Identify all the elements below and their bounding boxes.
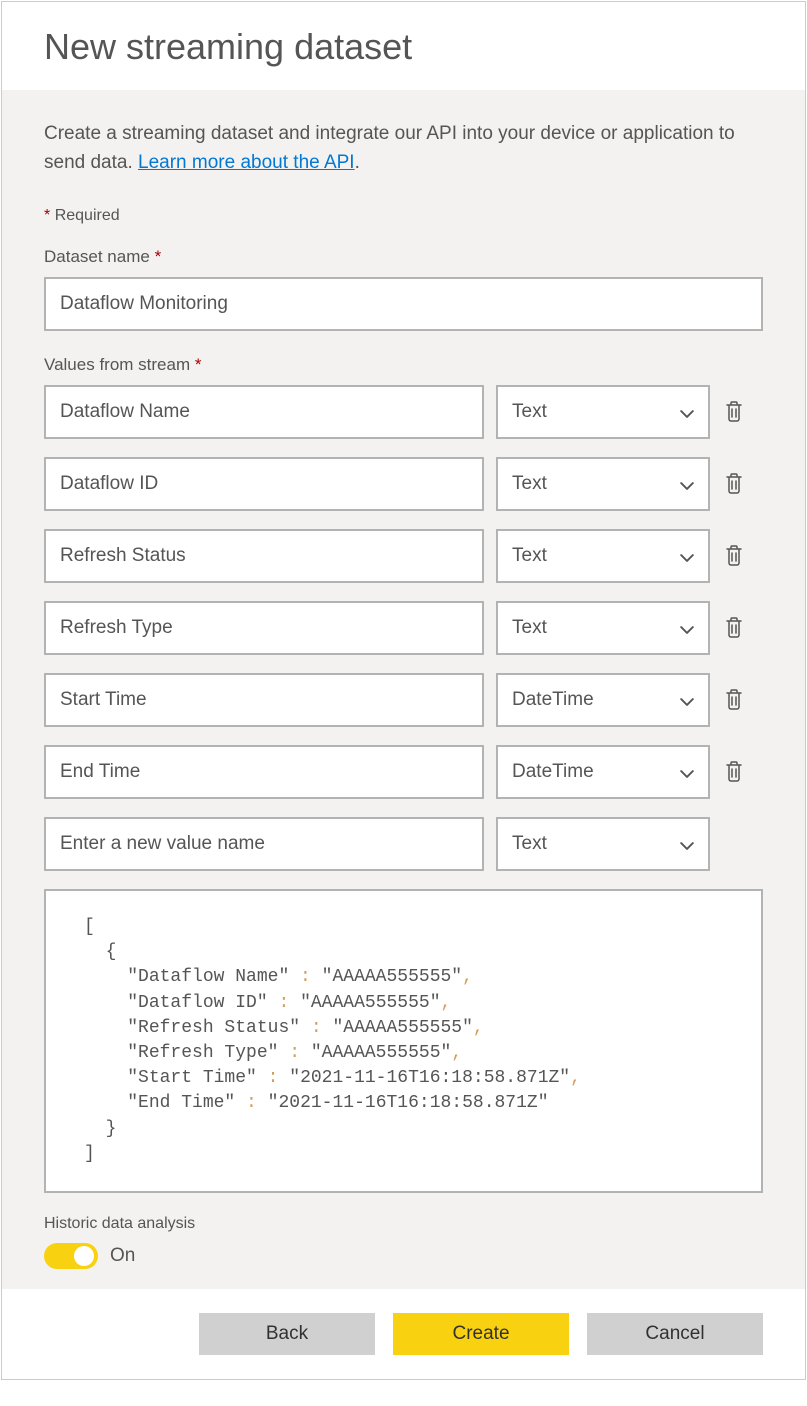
value-type-select[interactable]: Text	[496, 457, 710, 511]
delete-value-button[interactable]	[722, 472, 746, 496]
json-preview: [ { "Dataflow Name" : "AAAAA555555", "Da…	[44, 889, 763, 1193]
required-asterisk: *	[195, 355, 202, 374]
learn-more-link[interactable]: Learn more about the API	[138, 152, 355, 173]
description-text: Create a streaming dataset and integrate…	[44, 120, 763, 177]
value-name-input[interactable]	[44, 385, 484, 439]
dialog-body: Create a streaming dataset and integrate…	[2, 90, 805, 1289]
delete-value-button[interactable]	[722, 616, 746, 640]
value-type-label: Text	[512, 401, 547, 423]
required-note: * Required	[44, 207, 763, 225]
historic-data-label: Historic data analysis	[44, 1215, 763, 1233]
chevron-down-icon	[680, 477, 694, 491]
dialog-header: New streaming dataset	[2, 2, 805, 90]
value-type-label: Text	[512, 617, 547, 639]
values-from-stream-label: Values from stream *	[44, 355, 763, 375]
value-row-new: Text	[44, 817, 763, 871]
description-after: .	[355, 152, 360, 173]
trash-icon	[724, 616, 744, 641]
value-row: Text	[44, 385, 763, 439]
toggle-knob	[74, 1246, 94, 1266]
value-type-label: DateTime	[512, 761, 594, 783]
value-row: DateTime	[44, 673, 763, 727]
new-value-type-select[interactable]: Text	[496, 817, 710, 871]
chevron-down-icon	[680, 837, 694, 851]
chevron-down-icon	[680, 549, 694, 563]
trash-icon	[724, 760, 744, 785]
trash-icon	[724, 472, 744, 497]
required-asterisk: *	[44, 207, 50, 224]
historic-toggle[interactable]	[44, 1243, 98, 1269]
delete-value-button[interactable]	[722, 400, 746, 424]
create-button[interactable]: Create	[393, 1313, 569, 1355]
chevron-down-icon	[680, 405, 694, 419]
value-row: DateTime	[44, 745, 763, 799]
delete-value-button[interactable]	[722, 688, 746, 712]
value-rows-container: Text Text Text Text DateTime DateTime Text	[44, 385, 763, 871]
new-streaming-dataset-dialog: New streaming dataset Create a streaming…	[1, 1, 806, 1380]
page-title: New streaming dataset	[44, 26, 763, 68]
trash-icon	[724, 400, 744, 425]
delete-value-button[interactable]	[722, 760, 746, 784]
historic-toggle-row: On	[44, 1243, 763, 1269]
chevron-down-icon	[680, 621, 694, 635]
value-name-input[interactable]	[44, 673, 484, 727]
value-row: Text	[44, 457, 763, 511]
cancel-button[interactable]: Cancel	[587, 1313, 763, 1355]
delete-value-button[interactable]	[722, 544, 746, 568]
new-value-name-input[interactable]	[44, 817, 484, 871]
value-type-select[interactable]: DateTime	[496, 673, 710, 727]
value-type-select[interactable]: Text	[496, 601, 710, 655]
back-button[interactable]: Back	[199, 1313, 375, 1355]
trash-icon	[724, 688, 744, 713]
value-name-input[interactable]	[44, 601, 484, 655]
value-type-label: Text	[512, 833, 547, 855]
chevron-down-icon	[680, 765, 694, 779]
dataset-name-input[interactable]	[44, 277, 763, 331]
trash-icon	[724, 544, 744, 569]
dataset-name-label: Dataset name *	[44, 247, 763, 267]
value-name-input[interactable]	[44, 529, 484, 583]
chevron-down-icon	[680, 693, 694, 707]
value-type-select[interactable]: Text	[496, 385, 710, 439]
required-label: Required	[55, 207, 120, 224]
historic-toggle-state: On	[110, 1245, 135, 1267]
value-type-label: DateTime	[512, 689, 594, 711]
value-row: Text	[44, 529, 763, 583]
value-row: Text	[44, 601, 763, 655]
value-name-input[interactable]	[44, 745, 484, 799]
required-asterisk: *	[155, 247, 162, 266]
value-type-label: Text	[512, 545, 547, 567]
value-type-label: Text	[512, 473, 547, 495]
value-name-input[interactable]	[44, 457, 484, 511]
value-type-select[interactable]: DateTime	[496, 745, 710, 799]
dialog-footer: Back Create Cancel	[2, 1289, 805, 1379]
value-type-select[interactable]: Text	[496, 529, 710, 583]
